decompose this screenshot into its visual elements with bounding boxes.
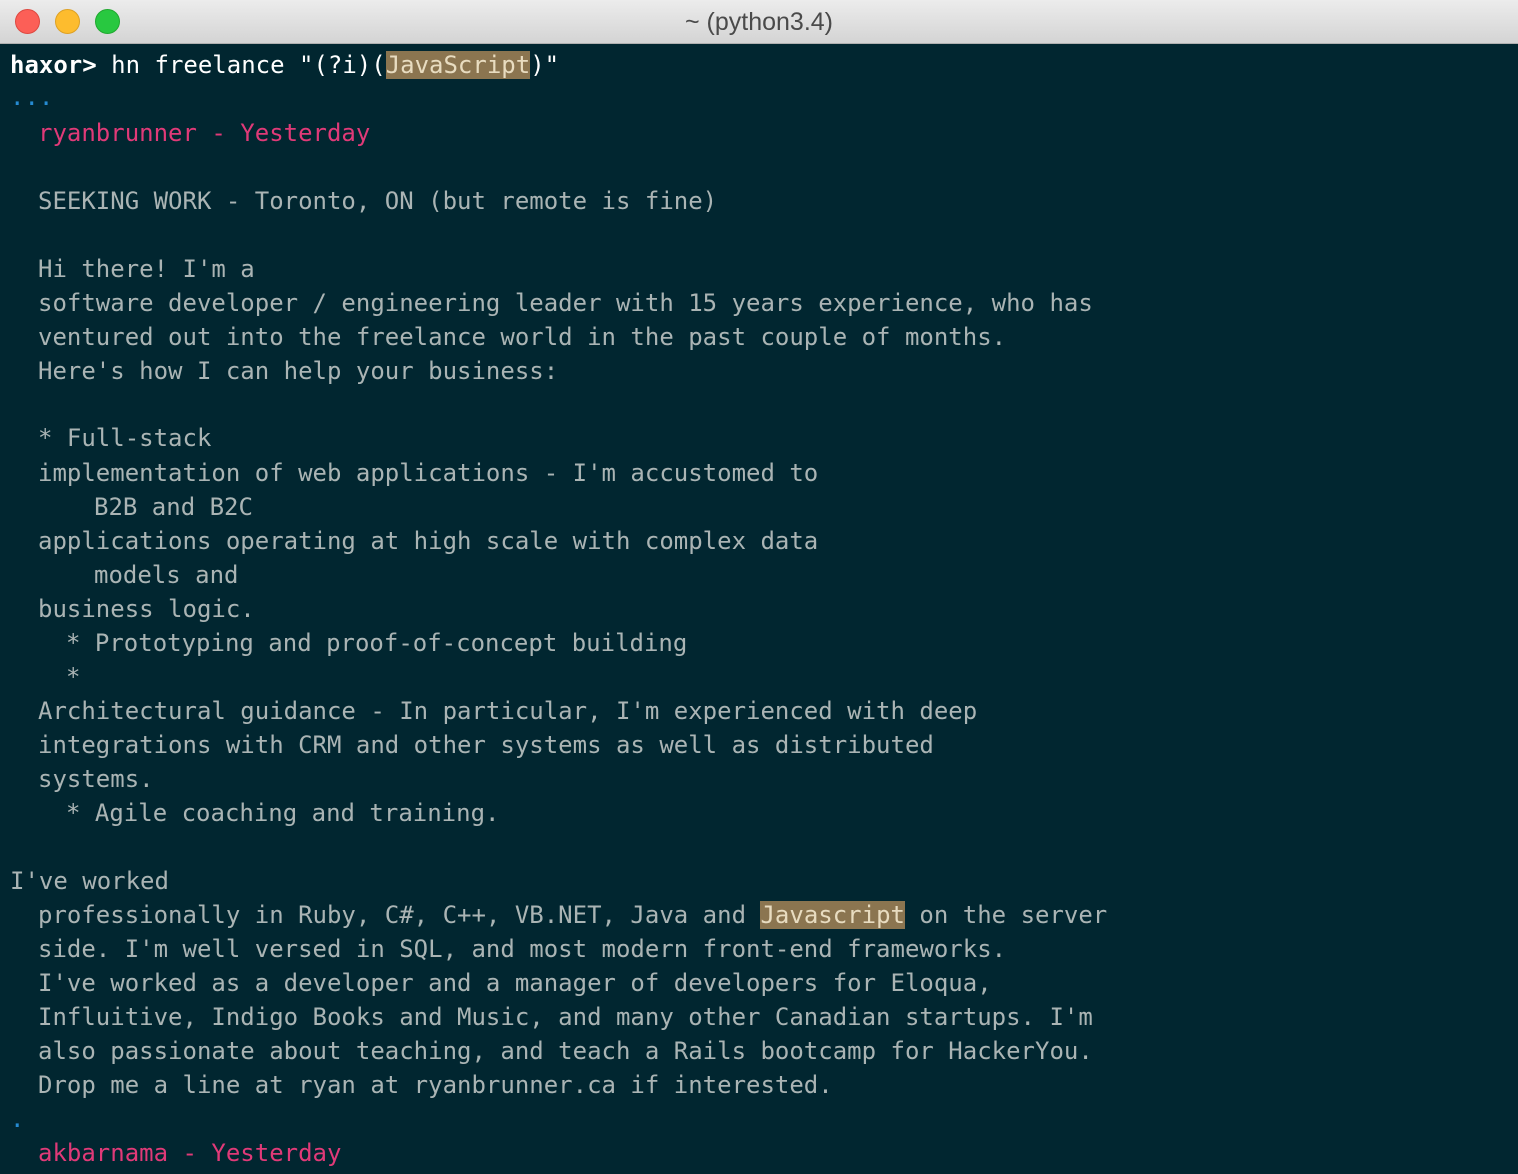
post-line: implementation of web applications - I'm…	[38, 459, 819, 487]
post-line: systems.	[38, 765, 154, 793]
post-line: SEEKING WORK - Toronto, ON (but remote i…	[38, 187, 718, 215]
search-match-highlight: Javascript	[760, 901, 905, 929]
command-line: haxor> hn freelance "(?i)(JavaScript)"	[10, 48, 559, 82]
post-line: B2B and B2C	[94, 493, 253, 521]
title-bar[interactable]: ~ (python3.4)	[0, 0, 1518, 44]
post-line: Here's how I can help your business:	[38, 357, 559, 385]
post-line: I've worked	[10, 867, 169, 895]
ellipsis-marker: ...	[10, 83, 54, 111]
post-line-with-match: professionally in Ruby, C#, C++, VB.NET,…	[38, 898, 1107, 932]
post-line: *	[66, 663, 81, 691]
post-line: * Prototyping and proof-of-concept build…	[66, 629, 688, 657]
window-title: ~ (python3.4)	[684, 8, 833, 36]
separator-marker: .	[10, 1105, 25, 1133]
prompt-label: haxor>	[10, 51, 97, 79]
post-line: Architectural guidance - In particular, …	[38, 697, 978, 725]
terminal-window: ~ (python3.4) haxor> hn freelance "(?i)(…	[0, 0, 1518, 1174]
post-line: Hi there! I'm a	[38, 255, 255, 283]
post-author-header: ryanbrunner - Yesterday	[38, 119, 371, 147]
post-line: * Agile coaching and training.	[66, 799, 500, 827]
command-text-after: )"	[530, 51, 560, 79]
post-line: applications operating at high scale wit…	[38, 527, 819, 555]
post-line: side. I'm well versed in SQL, and most m…	[38, 935, 1007, 963]
post-line: models and	[94, 561, 239, 589]
match-line-after: on the server	[904, 901, 1108, 929]
terminal-output[interactable]: haxor> hn freelance "(?i)(JavaScript)" .…	[0, 44, 1518, 1174]
post-author-header: akbarnama - Yesterday	[38, 1139, 342, 1167]
post-line: software developer / engineering leader …	[38, 289, 1093, 317]
post-line: * Full-stack	[38, 424, 212, 452]
post-line: ventured out into the freelance world in…	[38, 323, 1007, 351]
command-highlight: JavaScript	[385, 51, 531, 79]
post-line: I've worked as a developer and a manager…	[38, 969, 992, 997]
post-line: also passionate about teaching, and teac…	[38, 1037, 1093, 1065]
post-line: business logic.	[38, 595, 255, 623]
match-line-before: professionally in Ruby, C#, C++, VB.NET,…	[38, 901, 761, 929]
post-line: integrations with CRM and other systems …	[38, 731, 934, 759]
post-line: Influitive, Indigo Books and Music, and …	[38, 1003, 1093, 1031]
post-line: Drop me a line at ryan at ryanbrunner.ca…	[38, 1071, 833, 1099]
command-text-before: hn freelance "(?i)(	[96, 51, 386, 79]
